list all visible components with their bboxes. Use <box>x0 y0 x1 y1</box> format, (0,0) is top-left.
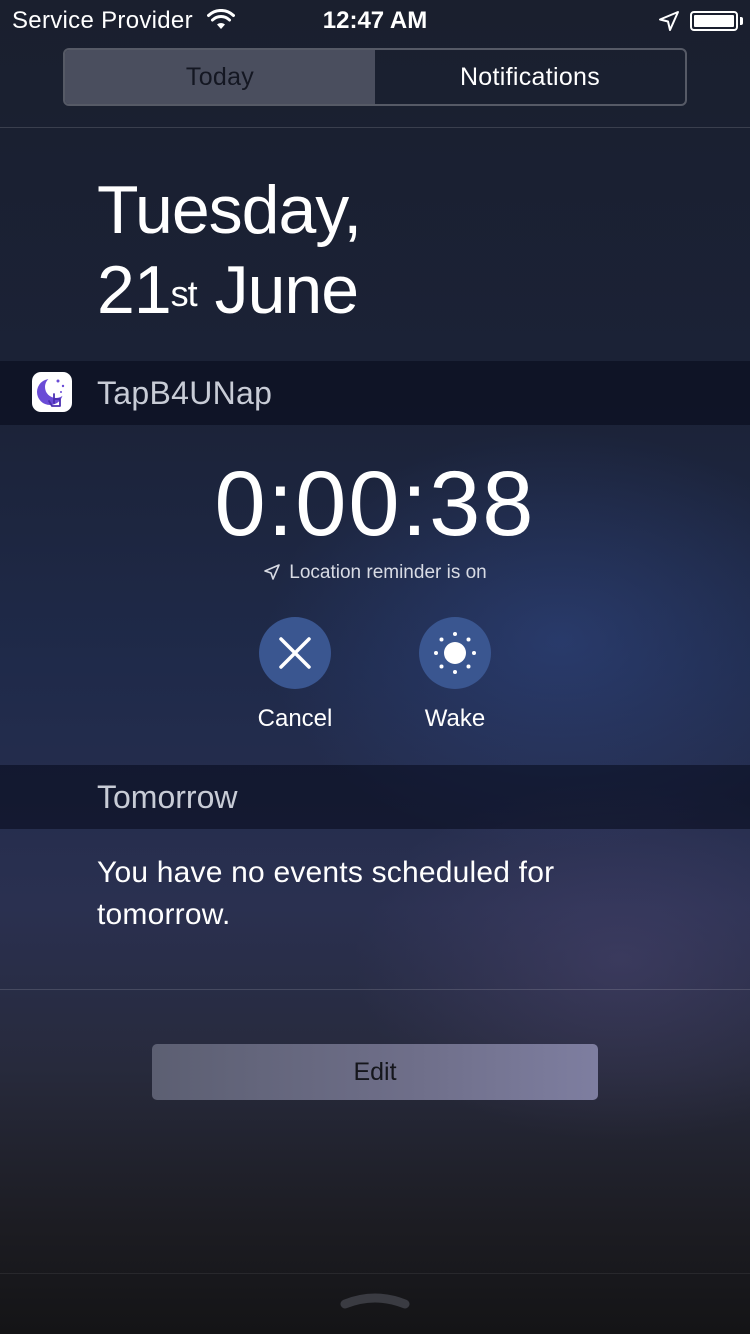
today-notifications-segmented-control: Today Notifications <box>63 48 687 106</box>
close-icon <box>279 637 311 669</box>
battery-icon <box>690 11 738 31</box>
divider <box>0 127 750 128</box>
wake-circle <box>419 617 491 689</box>
status-bar: Service Provider 12:47 AM <box>0 0 750 40</box>
tomorrow-events-message: You have no events scheduled for tomorro… <box>97 856 555 931</box>
sun-icon <box>434 632 476 674</box>
tomorrow-widget-header[interactable]: Tomorrow <box>0 765 750 829</box>
wake-label: Wake <box>424 705 486 732</box>
widget-app-name: TapB4UNap <box>97 375 273 411</box>
divider <box>0 989 750 990</box>
location-reminder-text: Location reminder is on <box>289 562 487 583</box>
cancel-button[interactable]: Cancel <box>220 617 370 733</box>
location-arrow-icon <box>264 564 281 580</box>
edit-button[interactable]: Edit <box>152 1044 598 1100</box>
battery-tip <box>740 17 743 25</box>
grabber-handle-icon[interactable] <box>339 1290 411 1312</box>
date-day-month: 21st June <box>97 250 361 330</box>
battery-level <box>694 15 734 27</box>
moon-hand-icon <box>32 372 72 412</box>
nap-timer: 0:00:38 <box>214 453 536 555</box>
cancel-label: Cancel <box>257 705 333 732</box>
date-suffix: st <box>170 273 198 314</box>
widget-header[interactable]: TapB4UNap <box>0 361 750 425</box>
today-date: Tuesday, 21st June <box>97 170 362 330</box>
tomorrow-title: Tomorrow <box>97 779 238 815</box>
date-month: June <box>214 252 359 328</box>
wake-button[interactable]: Wake <box>380 617 530 733</box>
status-time: 12:47 AM <box>322 7 428 34</box>
location-reminder: Location reminder is on <box>0 562 750 584</box>
divider <box>0 1273 750 1274</box>
location-arrow-icon <box>659 11 679 31</box>
tab-notifications[interactable]: Notifications <box>375 50 685 104</box>
date-weekday: Tuesday, <box>97 172 362 248</box>
cancel-circle <box>259 617 331 689</box>
date-day: 21 <box>97 252 172 328</box>
tab-today[interactable]: Today <box>65 50 375 104</box>
